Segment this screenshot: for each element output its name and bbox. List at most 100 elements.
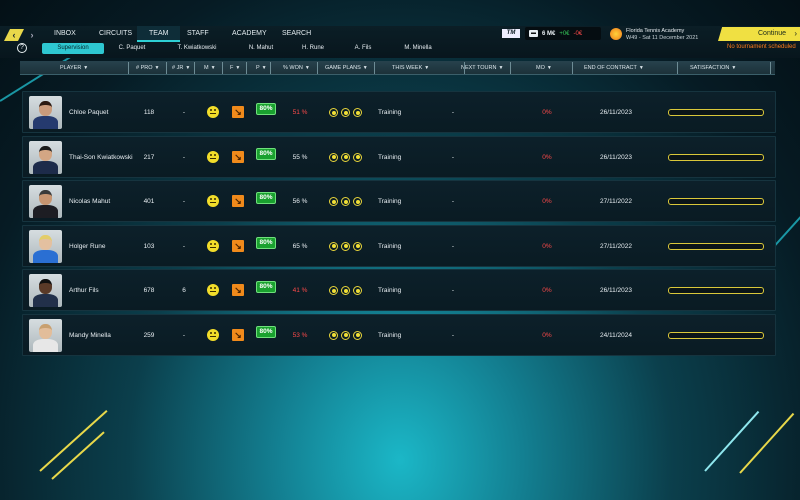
continue-button[interactable]: Continue ›: [718, 27, 800, 41]
game-plans[interactable]: [329, 241, 365, 251]
subtab-player[interactable]: A. Fils: [350, 43, 376, 54]
game-plan-dot-icon[interactable]: [353, 197, 362, 206]
junior-ranking: -: [182, 153, 186, 161]
game-plan-dot-icon[interactable]: [329, 286, 338, 295]
sort-caret-icon: ▼: [546, 65, 552, 71]
mouth: [210, 202, 216, 203]
win-percentage: 53 %: [292, 331, 308, 339]
avatar-body: [33, 160, 58, 174]
this-week-activity[interactable]: Training: [378, 92, 401, 134]
chevron-right-icon: ›: [30, 30, 34, 40]
mood-neutral-icon: [207, 328, 219, 341]
column-header-won[interactable]: % WON ▼: [283, 61, 310, 75]
column-header-jr[interactable]: # JR ▼: [172, 61, 190, 75]
game-plan-dot-icon[interactable]: [341, 286, 350, 295]
player-name[interactable]: Mandy Minella: [69, 315, 139, 357]
next-tournament[interactable]: -: [448, 226, 458, 268]
column-header-p[interactable]: P ▼: [256, 61, 267, 75]
table-row[interactable]: Holger Rune 103 - ↘ 80% 65 % Training - 0% 27/11/…: [22, 224, 776, 268]
game-plan-dot-icon[interactable]: [329, 108, 338, 117]
player-name[interactable]: Nicolas Mahut: [69, 181, 139, 223]
subtab-player[interactable]: C. Paquet: [112, 43, 152, 54]
table-row[interactable]: Mandy Minella 259 - ↘ 80% 53 % Training - 0% 24/1…: [22, 313, 776, 357]
next-tournament[interactable]: -: [448, 137, 458, 179]
column-header-label: END OF CONTRACT: [584, 65, 637, 71]
player-name[interactable]: Chloe Paquet: [69, 92, 139, 134]
player-name[interactable]: Holger Rune: [69, 226, 139, 268]
subtab-player[interactable]: N. Mahut: [244, 43, 278, 54]
forward-button[interactable]: ›: [24, 29, 40, 41]
column-header-end-of-contract[interactable]: END OF CONTRACT ▼: [584, 61, 644, 75]
help-icon[interactable]: ?: [17, 43, 27, 53]
tab-team[interactable]: TEAM: [137, 26, 181, 42]
tab-inbox[interactable]: INBOX: [42, 26, 88, 42]
finance-summary[interactable]: ▬ 6 M€ +0€ -0€: [525, 27, 601, 40]
trend-down-icon: ↘: [232, 150, 244, 163]
game-plans[interactable]: [329, 152, 365, 162]
game-plans[interactable]: [329, 108, 365, 117]
game-plans[interactable]: [329, 197, 365, 206]
column-header-mo[interactable]: MO ▼: [536, 61, 552, 75]
player-avatar[interactable]: [29, 274, 62, 307]
tab-staff[interactable]: STAFF: [175, 26, 221, 42]
column-divider: [194, 62, 195, 74]
tab-circuits[interactable]: CIRCUITS: [87, 26, 144, 42]
this-week-activity[interactable]: Training: [378, 226, 401, 268]
this-week-activity[interactable]: Training: [378, 181, 401, 223]
column-header-satisfaction[interactable]: SATISFACTION ▼: [690, 61, 736, 75]
this-week-activity[interactable]: Training: [378, 137, 401, 179]
next-tournament[interactable]: -: [448, 181, 458, 223]
subtab-player[interactable]: H. Rune: [298, 43, 328, 54]
player-avatar[interactable]: [29, 140, 62, 174]
game-plan-dot-icon[interactable]: [329, 197, 338, 206]
game-plan-dot-icon[interactable]: [329, 241, 338, 251]
game-plan-dot-icon[interactable]: [329, 330, 338, 340]
game-plan-dot-icon[interactable]: [329, 152, 338, 162]
next-tournament[interactable]: -: [448, 315, 458, 357]
next-tournament[interactable]: -: [448, 92, 458, 134]
mouth: [210, 246, 216, 248]
player-name[interactable]: Thai-Son Kwiatkowski: [69, 137, 139, 179]
player-avatar[interactable]: [29, 185, 62, 218]
table-row[interactable]: Arthur Fils 678 6 ↘ 80% 41 % Training - 0% 26/11/…: [22, 269, 776, 311]
player-name[interactable]: Arthur Fils: [69, 270, 139, 312]
column-header-next-tourn[interactable]: NEXT TOURN ▼: [461, 61, 503, 75]
subtab-supervision[interactable]: Supervision: [42, 43, 104, 54]
game-plan-dot-icon[interactable]: [341, 330, 350, 340]
player-avatar[interactable]: [29, 96, 62, 129]
table-row[interactable]: Nicolas Mahut 401 - ↘ 80% 56 % Training - 0% 27/1…: [22, 180, 776, 222]
column-header-f[interactable]: F ▼: [230, 61, 240, 75]
table-row[interactable]: Thai-Son Kwiatkowski 217 - ↘ 80% 55 % Training…: [22, 135, 776, 179]
decor-stripe: [39, 410, 108, 472]
column-header-this-week[interactable]: THIS WEEK ▼: [392, 61, 429, 75]
column-divider: [770, 62, 771, 74]
game-plans[interactable]: [329, 330, 365, 340]
table-row[interactable]: Chloe Paquet 118 - ↘ 80% 51 % Training - 0% 26/11…: [22, 91, 776, 133]
game-plan-dot-icon[interactable]: [341, 152, 350, 162]
player-avatar[interactable]: [29, 229, 62, 263]
column-header-game-plans[interactable]: GAME PLANS ▼: [325, 61, 368, 75]
this-week-activity[interactable]: Training: [378, 315, 401, 357]
game-plan-dot-icon[interactable]: [353, 241, 362, 251]
subtab-player[interactable]: T. Kwiatkowski: [170, 43, 224, 54]
game-plan-dot-icon[interactable]: [341, 108, 350, 117]
expense-value: -0€: [573, 30, 583, 37]
column-header-player[interactable]: PLAYER ▼: [60, 61, 88, 75]
game-plan-dot-icon[interactable]: [341, 241, 350, 251]
game-plan-dot-icon[interactable]: [353, 330, 362, 340]
player-avatar[interactable]: [29, 318, 62, 352]
game-plan-dot-icon[interactable]: [353, 286, 362, 295]
tab-search[interactable]: SEARCH: [270, 26, 323, 42]
this-week-activity[interactable]: Training: [378, 270, 401, 312]
next-tournament[interactable]: -: [448, 270, 458, 312]
game-plan-dot-icon[interactable]: [353, 108, 362, 117]
subtab-player[interactable]: M. Minella: [397, 43, 439, 54]
back-button[interactable]: ‹: [4, 29, 24, 41]
game-plan-dot-icon[interactable]: [353, 152, 362, 162]
sort-caret-icon: ▼: [498, 65, 504, 71]
academy-logo[interactable]: [610, 28, 622, 40]
game-plans[interactable]: [329, 286, 365, 295]
column-header-pro[interactable]: # PRO ▼: [136, 61, 159, 75]
column-header-m[interactable]: M ▼: [204, 61, 216, 75]
game-plan-dot-icon[interactable]: [341, 197, 350, 206]
